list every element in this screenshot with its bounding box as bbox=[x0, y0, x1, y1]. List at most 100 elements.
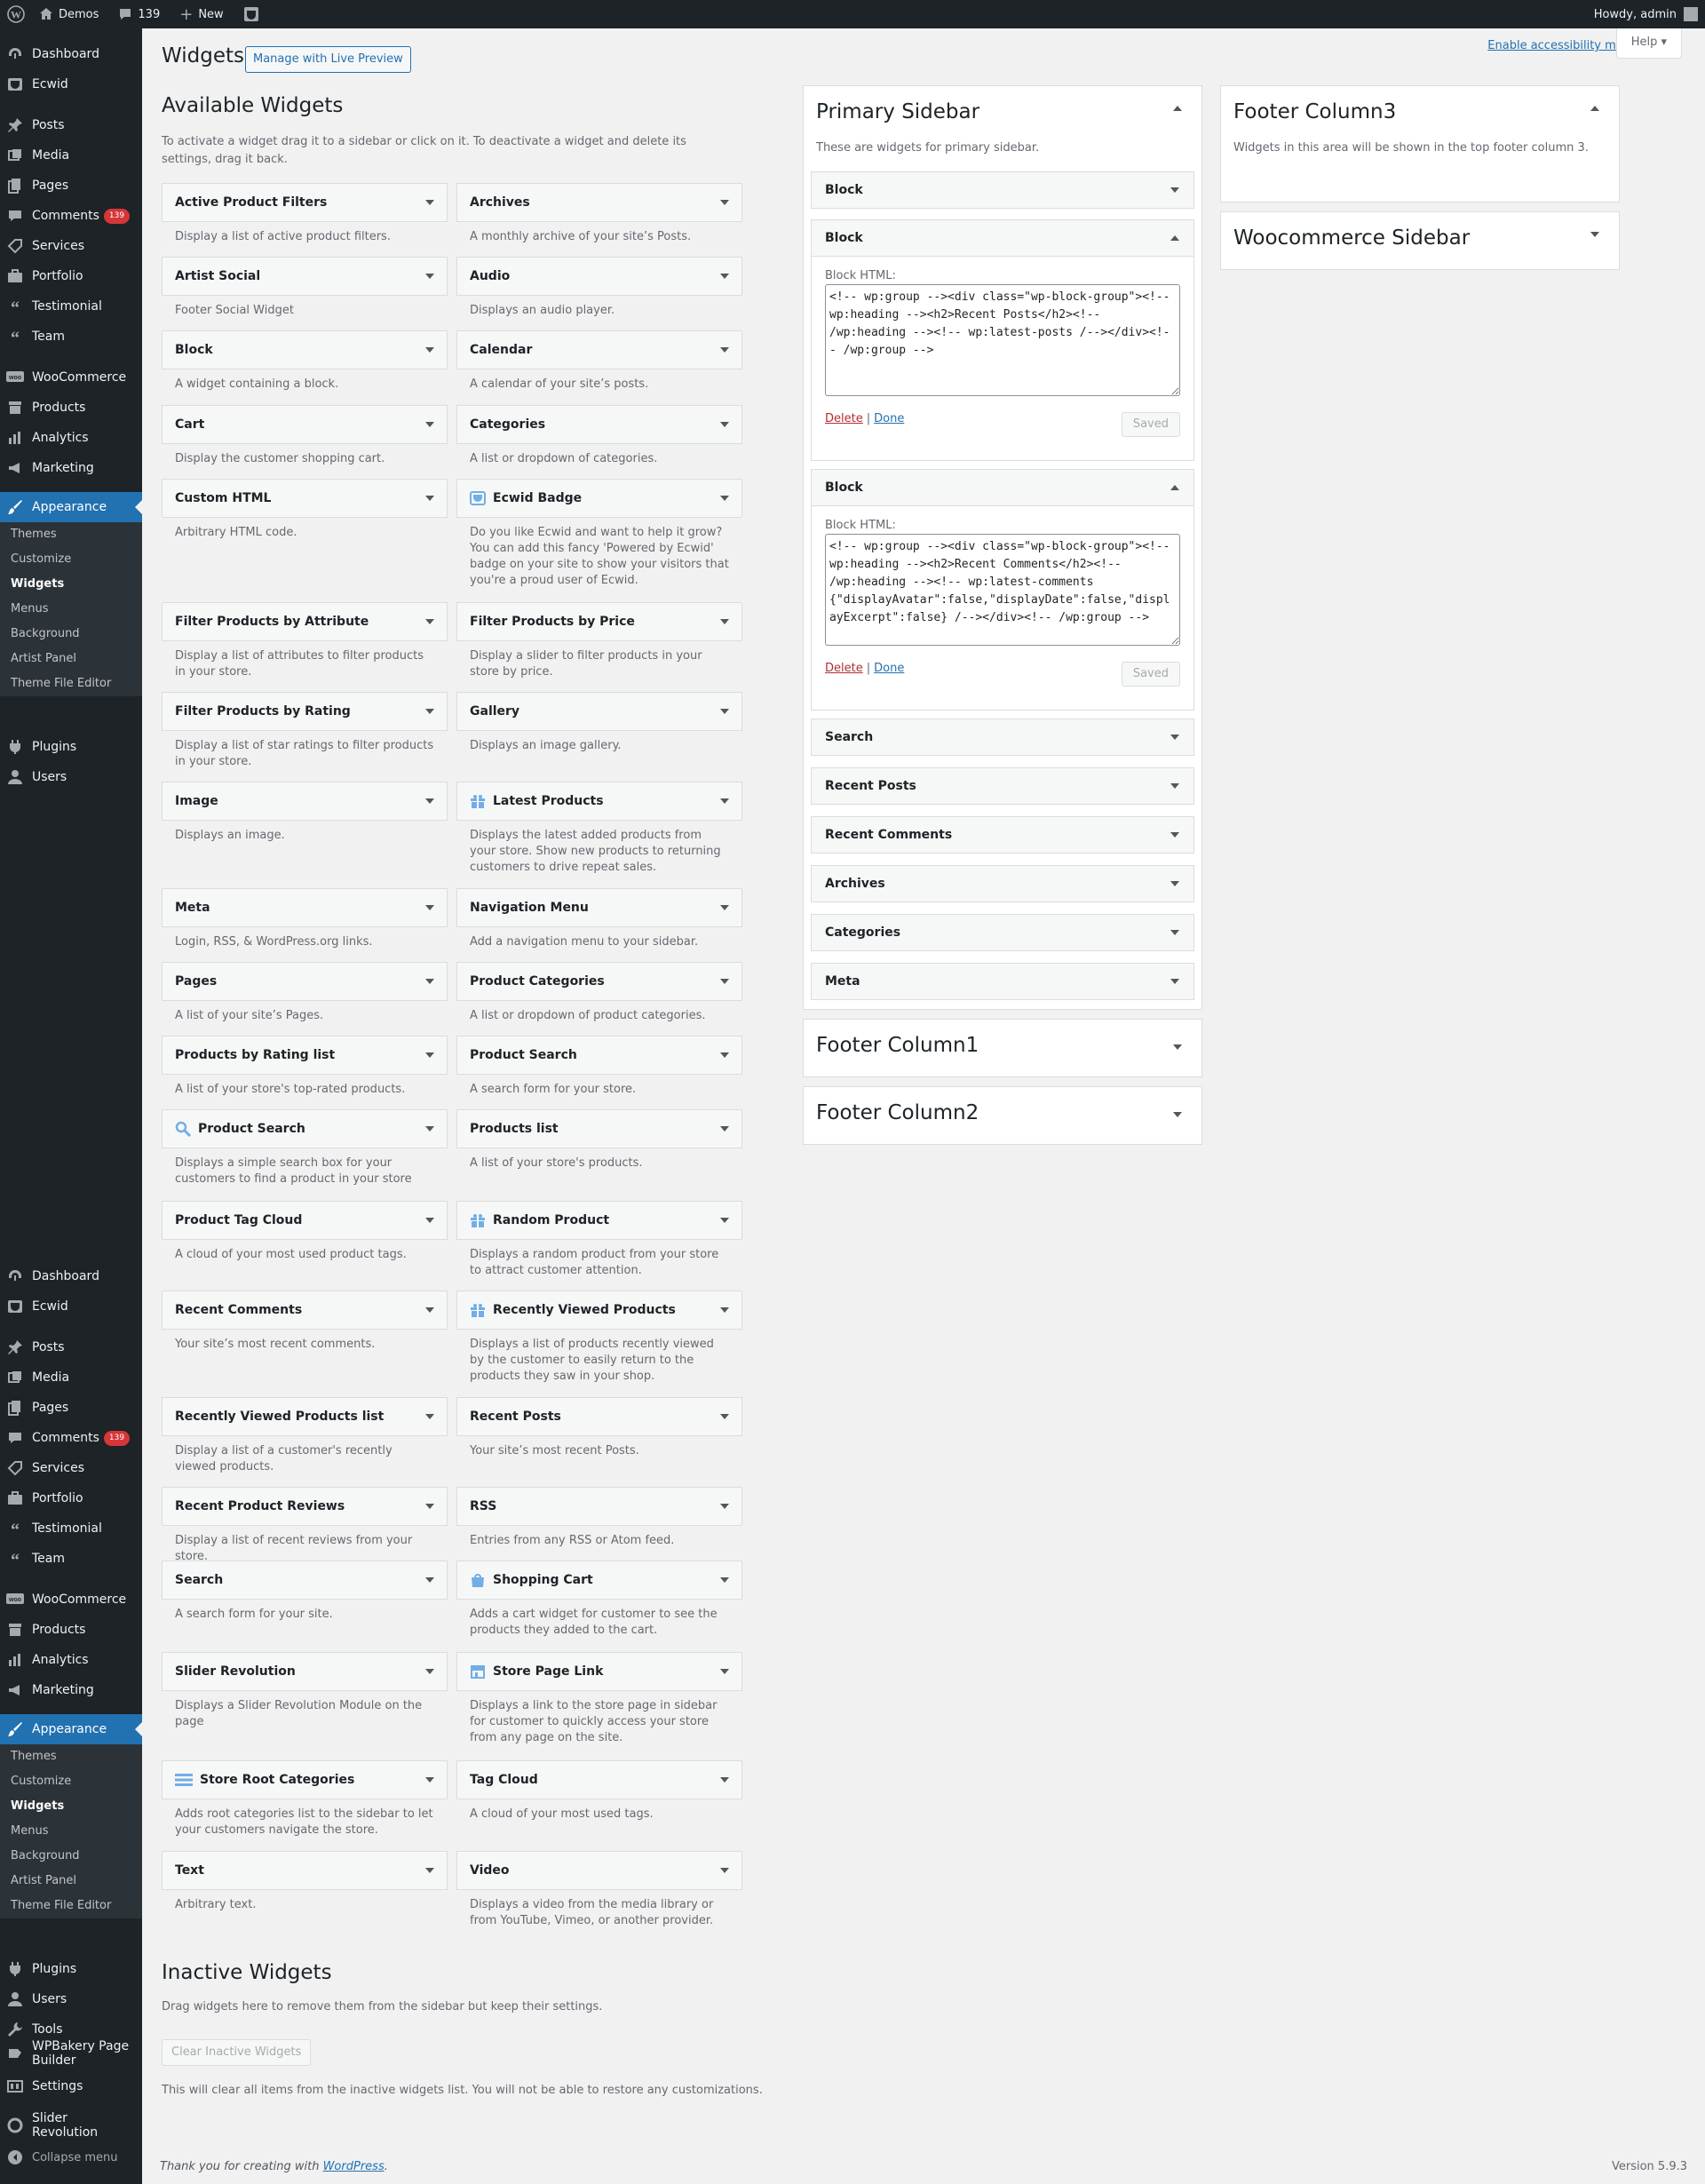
chevron-down-icon[interactable] bbox=[720, 347, 729, 353]
sidebar-widget-search[interactable]: Search bbox=[811, 719, 1194, 756]
sidebar-widget-archives[interactable]: Archives bbox=[811, 865, 1194, 902]
widget-title-bar[interactable]: Search bbox=[162, 1561, 448, 1600]
submenu-item-themes[interactable]: Themes bbox=[0, 522, 142, 547]
chevron-down-icon[interactable] bbox=[720, 200, 729, 205]
chevron-down-icon[interactable] bbox=[1170, 881, 1179, 886]
chevron-down-icon[interactable] bbox=[425, 905, 434, 910]
new-content-link[interactable]: + New bbox=[167, 0, 230, 28]
widget-title-bar[interactable]: Audio bbox=[456, 257, 742, 296]
widget-product-search[interactable]: Product Search Displays a simple search b… bbox=[162, 1109, 448, 1187]
chevron-down-icon[interactable] bbox=[720, 979, 729, 984]
widget-title-bar[interactable]: Categories bbox=[456, 405, 742, 444]
widget-video[interactable]: Video Displays a video from the media lib… bbox=[456, 1851, 742, 1929]
chevron-down-icon[interactable] bbox=[720, 1577, 729, 1583]
chevron-down-icon[interactable] bbox=[425, 1126, 434, 1132]
submenu-item-artist-panel[interactable]: Artist Panel bbox=[0, 647, 142, 671]
chevron-down-icon[interactable] bbox=[425, 979, 434, 984]
widget-title-bar[interactable]: Store Page Link bbox=[456, 1652, 742, 1691]
chevron-down-icon[interactable] bbox=[720, 709, 729, 714]
saved-button[interactable]: Saved bbox=[1121, 662, 1180, 687]
menu-item-portfolio[interactable]: Portfolio bbox=[0, 1483, 142, 1513]
howdy-user[interactable]: Howdy, admin bbox=[1594, 8, 1677, 21]
site-name-link[interactable]: Demos bbox=[32, 0, 106, 28]
widget-title-bar[interactable]: Recently Viewed Products list bbox=[162, 1397, 448, 1436]
chevron-down-icon[interactable] bbox=[720, 1777, 729, 1783]
chevron-down-icon[interactable] bbox=[720, 496, 729, 501]
saved-button[interactable]: Saved bbox=[1121, 412, 1180, 437]
avatar[interactable] bbox=[1684, 7, 1698, 21]
chevron-down-icon[interactable] bbox=[425, 1868, 434, 1873]
menu-item-comments[interactable]: Comments 139 bbox=[0, 1423, 142, 1453]
help-button[interactable]: Help ▾ bbox=[1615, 28, 1682, 59]
expand-toggle-icon[interactable] bbox=[1590, 232, 1599, 237]
menu-item-testimonial[interactable]: “ Testimonial bbox=[0, 1513, 142, 1544]
widget-navigation-menu[interactable]: Navigation Menu Add a navigation menu to … bbox=[456, 888, 742, 950]
live-preview-button[interactable]: Manage with Live Preview bbox=[245, 46, 411, 73]
widget-title-bar[interactable]: Custom HTML bbox=[162, 479, 448, 518]
menu-item-team[interactable]: “ Team bbox=[0, 322, 142, 352]
widget-title-bar[interactable]: Random Product bbox=[456, 1201, 742, 1240]
widget-categories[interactable]: Categories A list or dropdown of categori… bbox=[456, 405, 742, 467]
widget-title-bar[interactable]: Store Root Categories bbox=[162, 1760, 448, 1799]
widget-calendar[interactable]: Calendar A calendar of your site’s posts. bbox=[456, 330, 742, 393]
chevron-down-icon[interactable] bbox=[425, 274, 434, 279]
chevron-down-icon[interactable] bbox=[425, 1577, 434, 1583]
widget-title-bar[interactable]: Latest Products bbox=[456, 782, 742, 821]
accessibility-mode-link[interactable]: Enable accessibility mode bbox=[1487, 39, 1638, 52]
menu-item-woocommerce[interactable]: woo WooCommerce bbox=[0, 362, 142, 393]
submenu-item-menus[interactable]: Menus bbox=[0, 1819, 142, 1844]
clear-inactive-widgets-button[interactable]: Clear Inactive Widgets bbox=[162, 2039, 312, 2066]
sidebar-widget-block[interactable]: Block bbox=[811, 171, 1194, 209]
menu-item-posts[interactable]: Posts bbox=[0, 1332, 142, 1362]
menu-item-posts[interactable]: Posts bbox=[0, 110, 142, 140]
widget-audio[interactable]: Audio Displays an audio player. bbox=[456, 257, 742, 319]
menu-item-comments[interactable]: Comments 139 bbox=[0, 201, 142, 231]
menu-item-woocommerce[interactable]: woo WooCommerce bbox=[0, 1584, 142, 1615]
widget-active-product-filters[interactable]: Active Product Filters Display a list of … bbox=[162, 183, 448, 245]
widget-meta[interactable]: Meta Login, RSS, & WordPress.org links. bbox=[162, 888, 448, 950]
wordpress-link[interactable]: WordPress bbox=[323, 2160, 385, 2173]
widget-latest-products[interactable]: Latest Products Displays the latest added… bbox=[456, 782, 742, 876]
menu-item-appearance[interactable]: Appearance bbox=[0, 492, 142, 522]
menu-item-marketing[interactable]: Marketing bbox=[0, 453, 142, 483]
menu-item-pages[interactable]: Pages bbox=[0, 171, 142, 201]
menu-item-ecwid[interactable]: Ecwid bbox=[0, 69, 142, 99]
submenu-item-themes[interactable]: Themes bbox=[0, 1744, 142, 1769]
chevron-up-icon[interactable] bbox=[1170, 235, 1179, 241]
footer-column1-sidebar[interactable]: Footer Column1 bbox=[803, 1019, 1202, 1077]
menu-item-products[interactable]: Products bbox=[0, 1615, 142, 1645]
menu-item-portfolio[interactable]: Portfolio bbox=[0, 261, 142, 291]
widget-title-bar[interactable]: Archives bbox=[456, 183, 742, 222]
widget-slider-revolution[interactable]: Slider Revolution Displays a Slider Revol… bbox=[162, 1652, 448, 1730]
submenu-item-artist-panel[interactable]: Artist Panel bbox=[0, 1869, 142, 1894]
chevron-down-icon[interactable] bbox=[1170, 930, 1179, 935]
menu-item-marketing[interactable]: Marketing bbox=[0, 1675, 142, 1705]
sidebar-widget-block-expanded[interactable]: Block Block HTML: <!-- wp:group --><div … bbox=[811, 469, 1194, 711]
footer-column2-sidebar[interactable]: Footer Column2 bbox=[803, 1086, 1202, 1145]
chevron-down-icon[interactable] bbox=[425, 496, 434, 501]
widget-gallery[interactable]: Gallery Displays an image gallery. bbox=[456, 692, 742, 754]
menu-item-wpbakery-page-builder[interactable]: WPBakery Page Builder bbox=[0, 2036, 142, 2071]
chevron-down-icon[interactable] bbox=[720, 1218, 729, 1223]
widget-products-by-rating-list[interactable]: Products by Rating list A list of your st… bbox=[162, 1036, 448, 1098]
widget-filter-products-by-price[interactable]: Filter Products by Price Display a slider… bbox=[456, 602, 742, 680]
menu-item-plugins[interactable]: Plugins bbox=[0, 732, 142, 762]
widget-filter-products-by-attribute[interactable]: Filter Products by Attribute Display a li… bbox=[162, 602, 448, 680]
block-html-input[interactable]: <!-- wp:group --><div class="wp-block-gr… bbox=[825, 534, 1180, 646]
chevron-down-icon[interactable] bbox=[1170, 735, 1179, 740]
submenu-item-menus[interactable]: Menus bbox=[0, 597, 142, 622]
widget-title-bar[interactable]: Gallery bbox=[456, 692, 742, 731]
submenu-item-widgets[interactable]: Widgets bbox=[0, 1794, 142, 1819]
widget-product-search[interactable]: Product Search A search form for your sto… bbox=[456, 1036, 742, 1098]
chevron-down-icon[interactable] bbox=[720, 1504, 729, 1509]
widget-products-list[interactable]: Products list A list of your store's prod… bbox=[456, 1109, 742, 1171]
chevron-down-icon[interactable] bbox=[720, 1868, 729, 1873]
menu-item-pages[interactable]: Pages bbox=[0, 1393, 142, 1423]
widget-title-bar[interactable]: Product Categories bbox=[456, 962, 742, 1001]
widget-recent-product-reviews[interactable]: Recent Product Reviews Display a list of … bbox=[162, 1487, 448, 1565]
widget-title-bar[interactable]: Products by Rating list bbox=[162, 1036, 448, 1075]
widget-recent-posts[interactable]: Recent Posts Your site’s most recent Post… bbox=[456, 1397, 742, 1459]
menu-item-users[interactable]: Users bbox=[0, 762, 142, 790]
menu-item-media[interactable]: Media bbox=[0, 1362, 142, 1393]
chevron-down-icon[interactable] bbox=[1170, 783, 1179, 789]
